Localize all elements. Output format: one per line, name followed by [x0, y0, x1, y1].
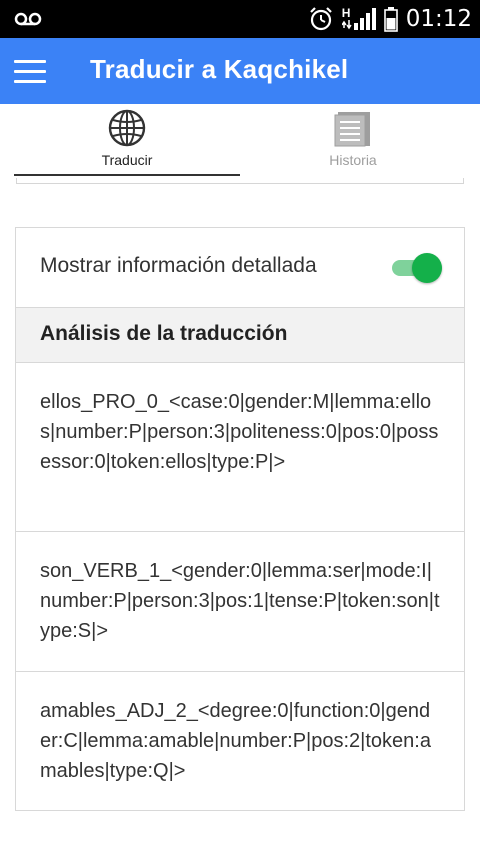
app-title: Traducir a Kaqchikel — [90, 54, 349, 84]
analysis-item: ellos_PRO_0_<case:0|gender:M|lemma:ellos… — [16, 363, 464, 532]
analysis-item-text: ellos_PRO_0_<case:0|gender:M|lemma:ellos… — [40, 391, 439, 473]
h-network-icon: H — [341, 6, 376, 32]
battery-icon — [383, 7, 398, 32]
active-tab-indicator — [14, 174, 240, 176]
app-bar: Traducir a Kaqchikel — [0, 38, 480, 104]
history-list-icon — [334, 112, 370, 147]
tab-traducir[interactable]: Traducir — [7, 104, 247, 178]
tab-historia[interactable]: Historia — [233, 104, 473, 178]
analysis-item-text: son_VERB_1_<gender:0|lemma:ser|mode:I|nu… — [40, 560, 440, 642]
toggle-label: Mostrar información detallada — [40, 254, 317, 277]
previous-card-edge — [16, 178, 464, 184]
tab-label: Historia — [329, 152, 377, 168]
detail-toggle-switch[interactable] — [390, 250, 446, 284]
switch-thumb — [412, 253, 442, 283]
detail-toggle-row: Mostrar información detallada — [16, 228, 464, 307]
analysis-header: Análisis de la traducción — [16, 307, 464, 363]
signal-icon — [341, 8, 376, 30]
voicemail-icon — [14, 12, 42, 26]
menu-icon[interactable] — [14, 60, 46, 84]
globe-icon — [108, 109, 146, 147]
alarm-icon — [309, 7, 332, 31]
status-bar: H 01:12 — [0, 0, 480, 38]
analysis-item-text: amables_ADJ_2_<degree:0|function:0|gende… — [40, 700, 431, 782]
tab-label: Traducir — [101, 152, 153, 168]
translation-details-card: Mostrar información detallada Análisis d… — [15, 227, 465, 811]
analysis-item: son_VERB_1_<gender:0|lemma:ser|mode:I|nu… — [16, 532, 464, 672]
analysis-item: amables_ADJ_2_<degree:0|function:0|gende… — [16, 672, 464, 810]
analysis-title: Análisis de la traducción — [40, 322, 288, 345]
status-time: 01:12 — [405, 6, 472, 32]
tab-bar: Traducir Historia — [0, 104, 480, 178]
